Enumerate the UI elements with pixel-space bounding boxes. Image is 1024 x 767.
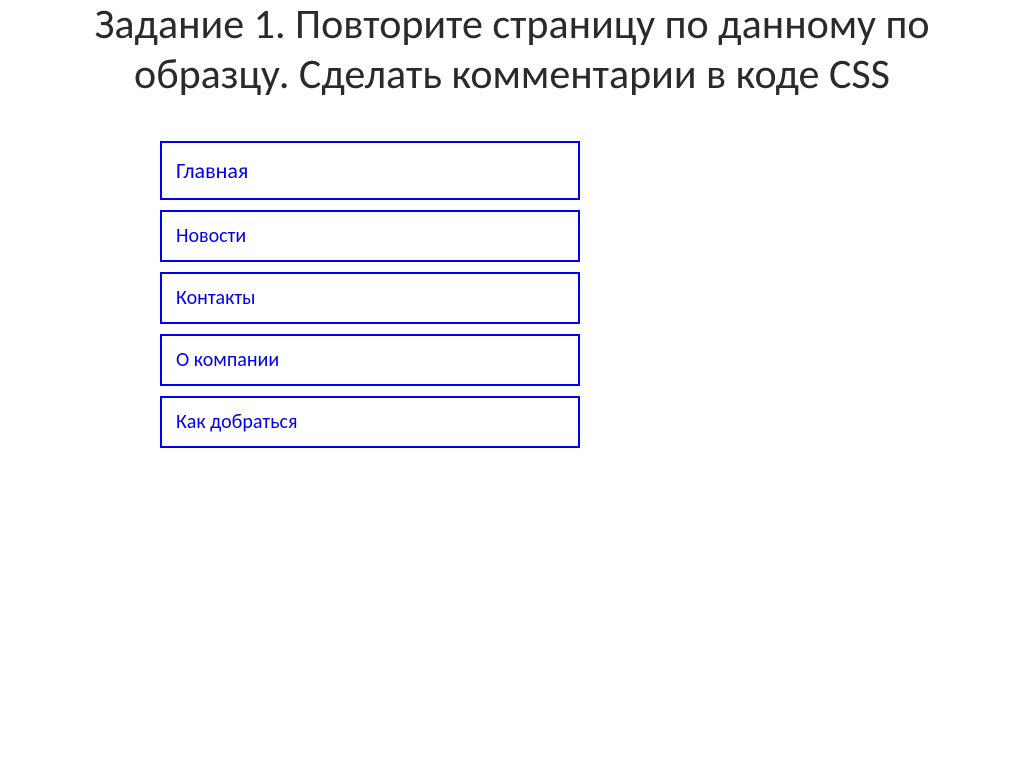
menu-item-label: Контакты [176,286,255,310]
menu-item-label: Новости [176,224,246,248]
menu-item-label: Главная [176,157,248,184]
menu-item-home[interactable]: Главная [160,141,580,200]
menu-item-label: Как добраться [176,410,297,434]
menu-item-contacts[interactable]: Контакты [160,272,580,324]
menu-item-about[interactable]: О компании [160,334,580,386]
menu-item-news[interactable]: Новости [160,210,580,262]
menu-item-directions[interactable]: Как добраться [160,396,580,448]
menu-list: Главная Новости Контакты О компании Как … [160,141,580,448]
task-heading: Задание 1. Повторите страницу по данному… [0,0,1024,141]
menu-item-label: О компании [176,348,279,372]
